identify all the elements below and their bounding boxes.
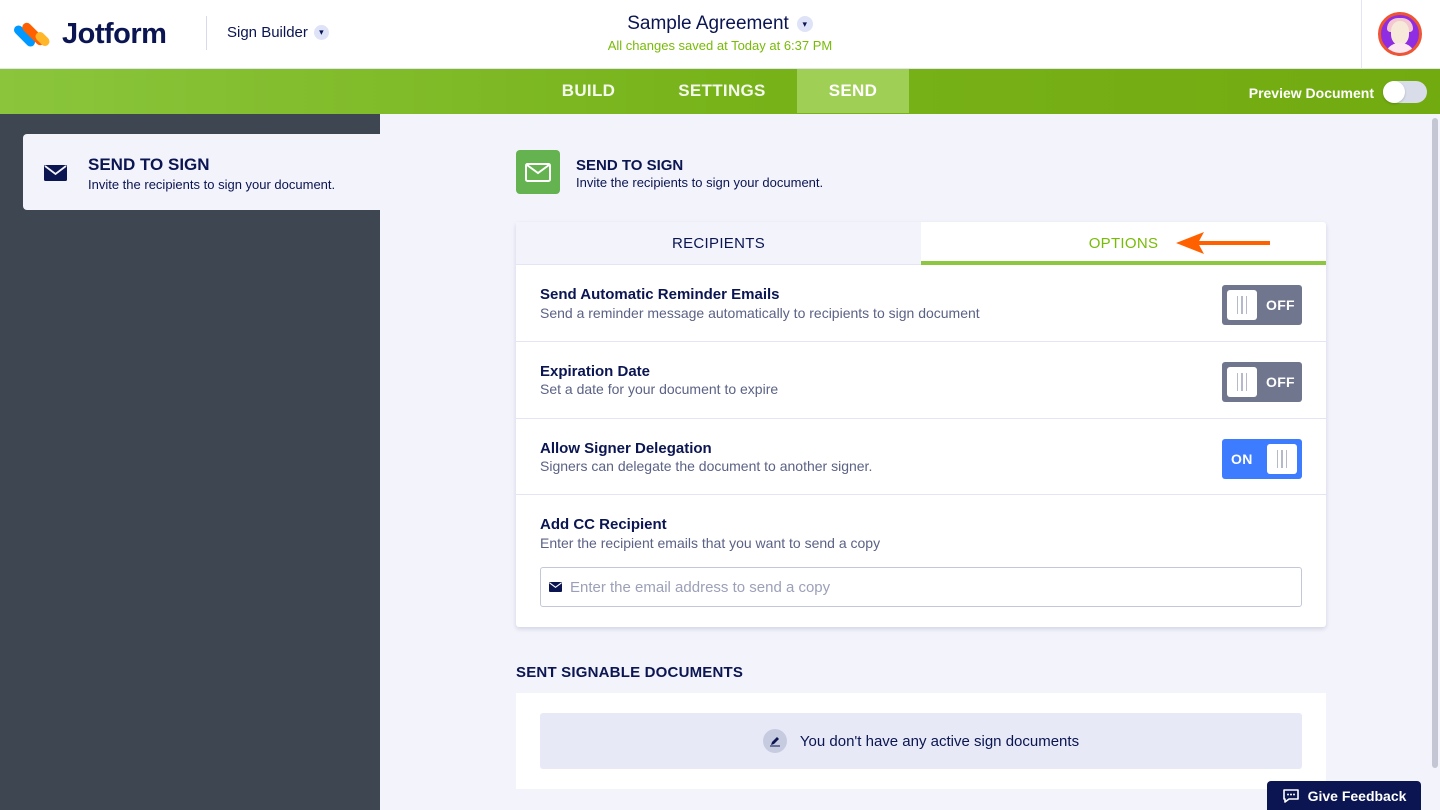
sidebar-item-send-to-sign[interactable]: SEND TO SIGN Invite the recipients to si…: [23, 134, 380, 210]
feedback-icon: [1282, 788, 1299, 803]
toggle-handle: [1267, 444, 1297, 474]
send-to-sign-icon: [516, 150, 560, 194]
user-menu[interactable]: [1361, 0, 1440, 68]
option-desc: Enter the recipient emails that you want…: [540, 535, 881, 551]
page-scrollbar[interactable]: [1432, 118, 1438, 768]
toggle-handle: [1227, 367, 1257, 397]
option-title: Add CC Recipient: [540, 516, 667, 533]
envelope-icon: [525, 162, 551, 182]
option-signer-delegation: Allow Signer Delegation Signers can dele…: [516, 419, 1326, 495]
builder-label: Sign Builder: [227, 24, 308, 41]
envelope-icon: [44, 165, 67, 181]
give-feedback-button[interactable]: Give Feedback: [1267, 781, 1421, 810]
toggle-handle: [1227, 290, 1257, 320]
save-status: All changes saved at Today at 6:37 PM: [607, 38, 833, 53]
tab-build[interactable]: BUILD: [530, 69, 647, 113]
card-tabs: RECIPIENTS OPTIONS: [516, 222, 1326, 265]
top-header: Jotform Sign Builder ▾ Sample Agreement …: [0, 0, 1440, 69]
tab-recipients[interactable]: RECIPIENTS: [516, 222, 921, 265]
empty-state: You don't have any active sign documents: [540, 713, 1302, 769]
builder-selector[interactable]: Sign Builder ▾: [227, 24, 329, 41]
option-expiration-date: Expiration Date Set a date for your docu…: [516, 342, 1326, 419]
sidebar-item-desc: Invite the recipients to sign your docum…: [88, 177, 336, 192]
builder-nav: BUILD SETTINGS SEND Preview Document: [0, 69, 1440, 114]
page-subtitle: Invite the recipients to sign your docum…: [576, 175, 824, 190]
option-title: Send Automatic Reminder Emails: [540, 286, 780, 303]
empty-state-text: You don't have any active sign documents: [799, 732, 1080, 750]
orange-arrow-icon: [1176, 232, 1270, 254]
option-title: Allow Signer Delegation: [540, 440, 712, 457]
page-title: SEND TO SIGN: [576, 157, 684, 174]
give-feedback-label: Give Feedback: [1307, 787, 1407, 804]
jotform-logo-icon: [12, 19, 52, 51]
avatar[interactable]: [1378, 12, 1422, 56]
header-divider: [206, 16, 207, 50]
tab-settings[interactable]: SETTINGS: [647, 69, 797, 113]
toggle-state: OFF: [1266, 297, 1295, 313]
option-desc: Send a reminder message automatically to…: [540, 305, 980, 321]
jotform-logo[interactable]: Jotform: [12, 18, 167, 51]
document-title[interactable]: Sample Agreement ▾: [627, 13, 813, 35]
document-title-area: Sample Agreement ▾ All changes saved at …: [520, 13, 920, 53]
cc-email-input[interactable]: [540, 567, 1302, 607]
sent-documents-title: SENT SIGNABLE DOCUMENTS: [516, 664, 744, 681]
tab-send[interactable]: SEND: [797, 69, 909, 113]
chevron-down-icon: ▾: [796, 16, 813, 32]
chevron-down-icon: ▾: [313, 25, 329, 40]
send-options-card: RECIPIENTS OPTIONS Send Automatic Remind…: [516, 222, 1326, 627]
sent-documents-card: You don't have any active sign documents: [516, 693, 1326, 789]
sidebar-item-title: SEND TO SIGN: [88, 155, 210, 174]
brand-name: Jotform: [62, 18, 167, 50]
signer-delegation-toggle[interactable]: ON: [1222, 439, 1302, 479]
envelope-icon: [549, 582, 562, 592]
toggle-state: OFF: [1266, 374, 1295, 390]
toggle-state: ON: [1231, 451, 1253, 467]
option-title: Expiration Date: [540, 363, 651, 380]
preview-document-toggle[interactable]: [1383, 81, 1427, 103]
option-desc: Signers can delegate the document to ano…: [540, 458, 873, 474]
option-reminder-emails: Send Automatic Reminder Emails Send a re…: [516, 265, 1326, 342]
sidebar: SEND TO SIGN Invite the recipients to si…: [0, 114, 380, 810]
expiration-date-toggle[interactable]: OFF: [1222, 362, 1302, 402]
preview-document-label: Preview Document: [1248, 85, 1374, 101]
reminder-emails-toggle[interactable]: OFF: [1222, 285, 1302, 325]
option-desc: Set a date for your document to expire: [540, 381, 779, 397]
document-title-text: Sample Agreement: [627, 13, 789, 34]
signature-pen-icon: [762, 729, 787, 753]
